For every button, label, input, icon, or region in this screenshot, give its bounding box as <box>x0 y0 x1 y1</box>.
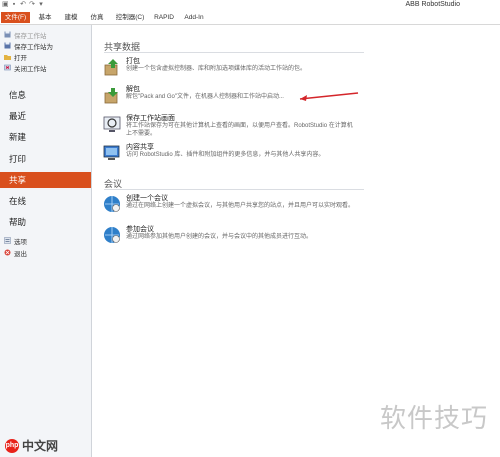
tab-rapid[interactable]: RAPID <box>153 12 175 23</box>
item-desc: 通过网络参加其他用户创建的会议，并与会议中的其他成员进行互动。 <box>126 234 313 240</box>
nav-share[interactable]: 共享 <box>0 172 91 188</box>
redo-icon[interactable]: ↷ <box>29 1 35 8</box>
open-folder-icon <box>4 55 11 60</box>
nav-save-station[interactable]: 保存工作站 <box>0 30 91 40</box>
share-item-unpack[interactable]: 解包 解包"Pack and Go"文件，在机器人控制器和工作站中启动... <box>100 84 359 110</box>
undo-icon[interactable]: ↶ <box>20 1 26 8</box>
save-as-icon <box>4 42 11 49</box>
section-divider <box>104 189 364 190</box>
tab-file[interactable]: 文件(F) <box>1 12 30 23</box>
close-station-icon <box>4 64 11 71</box>
backstage-nav: 保存工作站 保存工作站为 打开 关闭工作站 信息 最近 新建 打印 共享 在线 … <box>0 25 92 457</box>
item-desc: 将工作站保存为可在其他计算机上查看的画面，以便用户查看。RobotStudio … <box>126 123 353 137</box>
nav-print[interactable]: 打印 <box>0 151 91 167</box>
create-meeting-icon <box>104 196 120 212</box>
nav-recent[interactable]: 最近 <box>0 108 91 124</box>
exit-icon <box>4 249 11 256</box>
item-desc: 创建一个包含虚拟控制器、库和附加选项媒体库的活动工作站的包。 <box>126 66 307 72</box>
share-item-content-sharing[interactable]: 内容共享 访问 RobotStudio 库、插件和附加组件的更多信息，并与其他人… <box>100 142 350 168</box>
tab-modeling[interactable]: 建模 <box>62 12 80 23</box>
site-logo: php 中文网 <box>5 437 58 454</box>
content-sharing-icon <box>103 145 120 160</box>
quick-access-toolbar: ▣ ▪ ↶ ↷ ▾ <box>2 1 44 8</box>
item-desc: 通过在网络上创建一个虚拟会议，与其他用户共享您的站点，并且用户可以实时观看。 <box>126 203 355 209</box>
share-item-pack[interactable]: 打包 创建一个包含虚拟控制器、库和附加选项媒体库的活动工作站的包。 <box>100 56 350 82</box>
nav-options[interactable]: 选项 <box>0 236 91 246</box>
options-icon <box>4 237 11 244</box>
nav-online[interactable]: 在线 <box>0 193 91 209</box>
meeting-item-create[interactable]: 创建一个会议 通过在网络上创建一个虚拟会议，与其他用户共享您的站点，并且用户可以… <box>100 193 354 219</box>
station-viewer-icon <box>103 116 121 132</box>
logo-text: 中文网 <box>22 439 59 453</box>
nav-open[interactable]: 打开 <box>0 52 91 62</box>
tab-controller[interactable]: 控制器(C) <box>114 12 146 23</box>
unpack-icon <box>104 88 118 104</box>
tab-home[interactable]: 基本 <box>36 12 54 23</box>
annotation-arrow <box>299 92 359 101</box>
ribbon-tabs: 文件(F) 基本 建模 仿真 控制器(C) RAPID Add-In <box>0 11 500 25</box>
window-title: ABB RobotStudio <box>405 1 460 8</box>
tab-simulation[interactable]: 仿真 <box>88 12 106 23</box>
nav-help[interactable]: 帮助 <box>0 214 91 230</box>
meeting-item-join[interactable]: 参加会议 通过网络参加其他用户创建的会议，并与会议中的其他成员进行互动。 <box>100 224 350 250</box>
nav-exit[interactable]: 退出 <box>0 248 91 258</box>
nav-save-station-as[interactable]: 保存工作站为 <box>0 41 91 51</box>
section-divider <box>104 52 364 53</box>
customize-icon[interactable]: ▾ <box>38 1 44 8</box>
app-icon[interactable]: ▣ <box>2 1 9 8</box>
pack-and-go-icon <box>104 59 118 76</box>
logo-badge: php <box>5 438 19 453</box>
share-item-save-viewer[interactable]: 保存工作站画面 将工作站保存为可在其他计算机上查看的画面，以便用户查看。Robo… <box>100 113 353 139</box>
item-desc: 访问 RobotStudio 库、插件和附加组件的更多信息，并与其他人共享内容。 <box>126 152 325 158</box>
nav-close-station[interactable]: 关闭工作站 <box>0 63 91 73</box>
tab-addin[interactable]: Add-In <box>183 12 205 23</box>
save-icon[interactable]: ▪ <box>11 1 17 8</box>
nav-info[interactable]: 信息 <box>0 87 91 103</box>
save-icon <box>4 31 11 38</box>
nav-new[interactable]: 新建 <box>0 129 91 145</box>
join-meeting-icon <box>104 227 120 243</box>
watermark: 软件技巧 <box>379 404 488 434</box>
